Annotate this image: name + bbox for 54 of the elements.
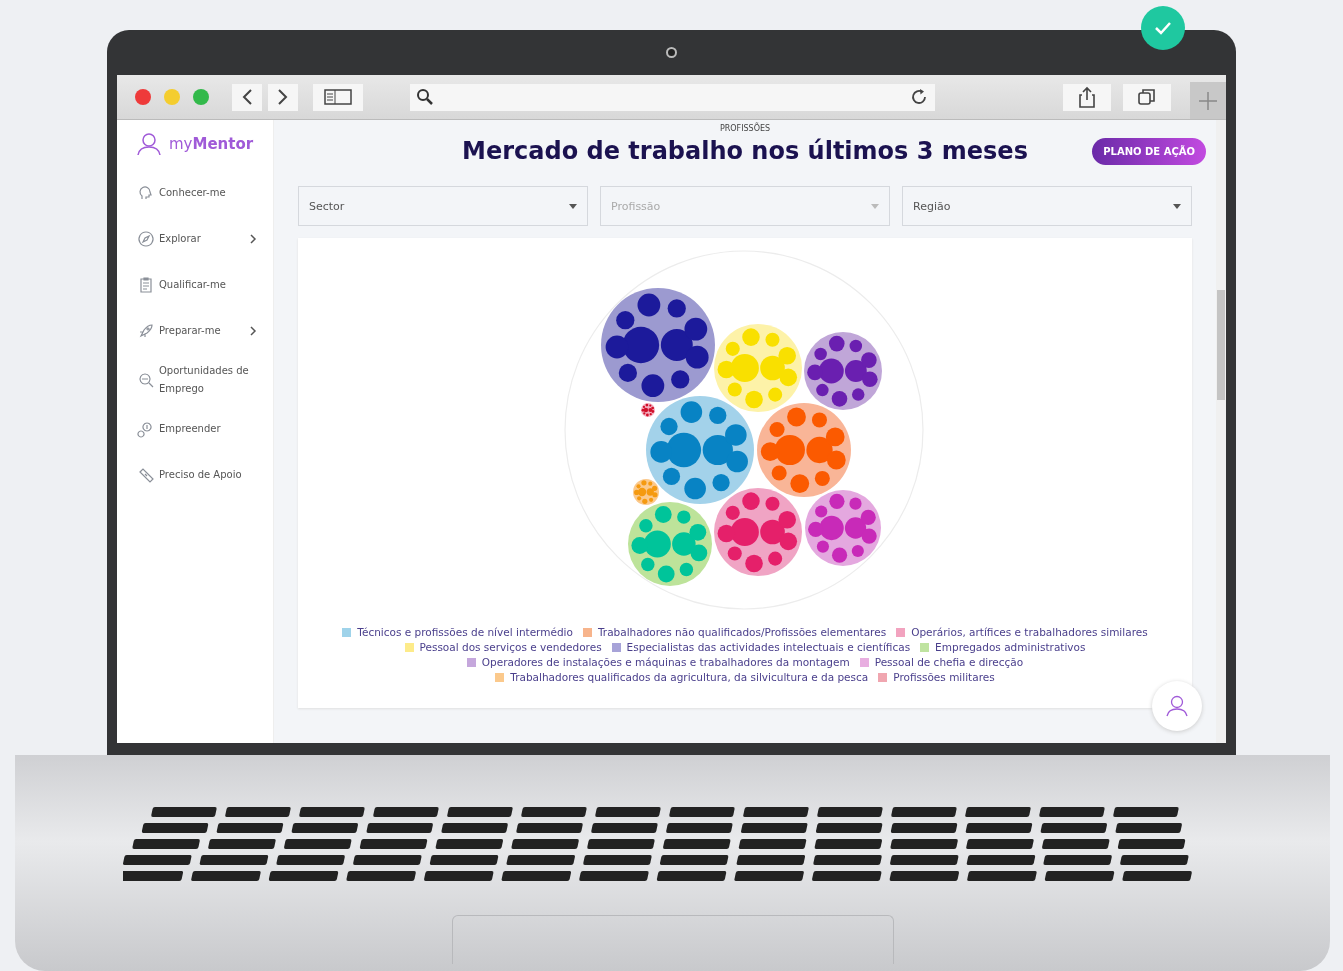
tabs-icon bbox=[1137, 87, 1157, 107]
compass-icon bbox=[137, 230, 155, 248]
sidebar-icon bbox=[324, 89, 352, 105]
back-button[interactable] bbox=[232, 83, 262, 111]
share-button[interactable] bbox=[1063, 83, 1111, 111]
page-title: Mercado de trabalho nos últimos 3 meses bbox=[462, 137, 1028, 165]
forward-button[interactable] bbox=[268, 83, 298, 111]
user-outline-icon bbox=[1165, 694, 1189, 718]
rocket-icon bbox=[137, 322, 155, 340]
bandage-icon bbox=[137, 466, 155, 484]
sidebar-item[interactable]: Preparar-me bbox=[137, 316, 257, 346]
check-badge-icon bbox=[1141, 6, 1185, 50]
share-icon bbox=[1078, 86, 1096, 108]
search-icon bbox=[416, 88, 434, 106]
reload-icon[interactable] bbox=[909, 87, 929, 107]
legend-label: Operadores de instalações e máquinas e trabalhadores da montagem bbox=[481, 656, 850, 668]
legend-label: Trabalhadores qualificados da agricultura, da silvicultura e da pesca bbox=[510, 671, 869, 683]
legend-label: Técnicos e profissões de nível intermédio bbox=[357, 626, 573, 638]
legend-label: Pessoal de chefia e direcção bbox=[874, 656, 1024, 668]
scrollbar[interactable] bbox=[1216, 120, 1226, 743]
caret-icon bbox=[1173, 203, 1181, 209]
bubble-cluster[interactable] bbox=[601, 288, 715, 402]
clipboard-icon bbox=[137, 276, 155, 294]
section-label: PROFISSÕES bbox=[718, 124, 772, 133]
caret-icon bbox=[871, 203, 879, 209]
filter-dropdown[interactable]: Região bbox=[902, 186, 1192, 226]
chevron-left-icon bbox=[240, 88, 254, 106]
sidebar-item[interactable]: Qualificar-me bbox=[137, 270, 257, 300]
legend-label: Empregados administrativos bbox=[935, 641, 1086, 653]
chevron-right-icon bbox=[276, 88, 290, 106]
plus-icon bbox=[1198, 90, 1218, 111]
profile-button[interactable] bbox=[1152, 681, 1202, 731]
caret-icon bbox=[569, 203, 577, 209]
window-close-icon[interactable] bbox=[135, 89, 151, 105]
camera-icon bbox=[666, 47, 677, 58]
legend-label: Pessoal dos serviços e vendedores bbox=[419, 641, 602, 653]
bubble-cluster[interactable] bbox=[641, 403, 655, 417]
legend-label: Trabalhadores não qualificados/Profissões elementares bbox=[597, 626, 887, 638]
filter-dropdown[interactable]: Sector bbox=[298, 186, 588, 226]
sidebar-item[interactable]: Conhecer-me bbox=[137, 178, 257, 208]
magnifier-icon bbox=[137, 371, 155, 389]
sidebar-item[interactable]: Preciso de Apoio bbox=[137, 460, 257, 490]
sidebar-item[interactable]: Explorar bbox=[137, 224, 257, 254]
legend-label: Operários, artífices e trabalhadores similares bbox=[911, 626, 1148, 638]
sidebar-toggle-button[interactable] bbox=[313, 83, 363, 111]
action-plan-button[interactable]: PLANO DE AÇÃO bbox=[1092, 137, 1206, 165]
sidebar-item[interactable]: Empreender bbox=[137, 414, 257, 444]
legend-label: Profissões militares bbox=[893, 671, 995, 683]
brand-logo: myMentor bbox=[169, 135, 254, 153]
bubble-cluster[interactable] bbox=[804, 332, 882, 410]
tabs-button[interactable] bbox=[1123, 83, 1171, 111]
legend-label: Especialistas das actividades intelectuais e científicas bbox=[626, 641, 911, 653]
user-outline-icon bbox=[137, 132, 161, 156]
sidebar-item[interactable]: Oportunidades de Emprego bbox=[137, 362, 257, 398]
